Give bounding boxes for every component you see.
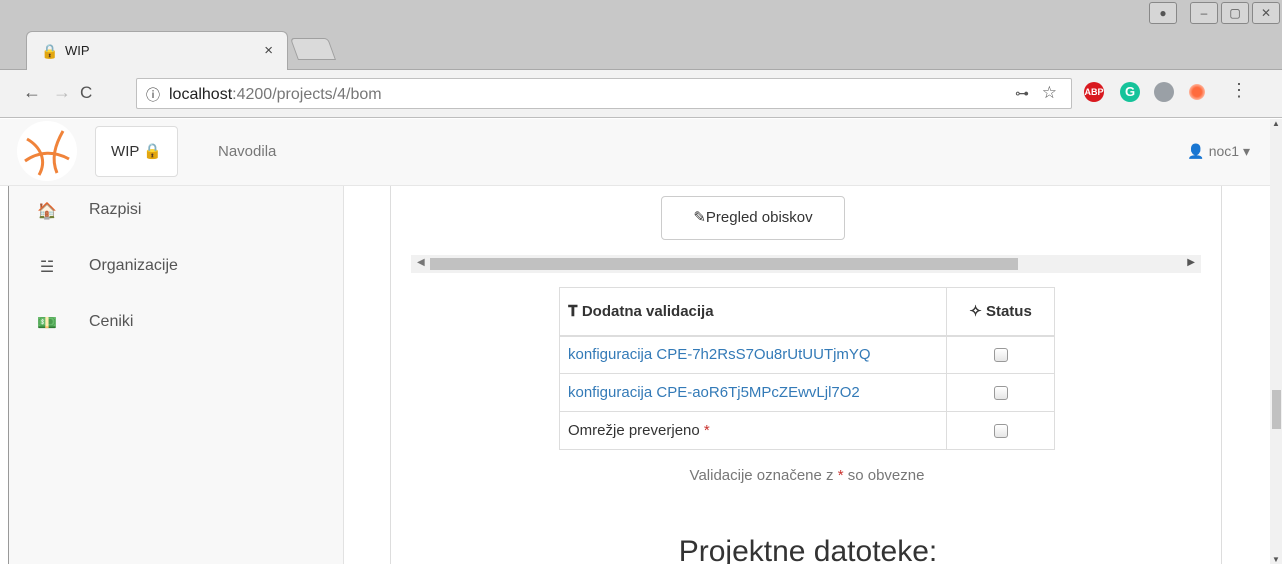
required-note: Validacije označene z * so obvezne	[559, 467, 1055, 484]
table-row: konfiguracija CPE-aoR6Tj5MPcZEwvLjl7O2	[559, 373, 1055, 412]
brand-label: WIP	[111, 143, 140, 160]
address-bar[interactable]: ⓘ localhost:4200/projects/4/bom ⊶ ☆	[136, 78, 1072, 109]
browser-tab[interactable]: 🔒 WIP ×	[26, 31, 288, 71]
visits-review-button[interactable]: ✎Pregled obiskov	[661, 196, 845, 240]
new-tab-button[interactable]	[289, 38, 337, 60]
validation-link[interactable]: konfiguracija CPE-aoR6Tj5MPcZEwvLjl7O2	[559, 373, 947, 412]
app-logo[interactable]	[17, 121, 77, 181]
column-header-label: Status	[985, 303, 1032, 321]
validation-text: Omrežje preverjeno	[568, 422, 700, 439]
horizontal-scrollbar[interactable]: ◀ ▶	[411, 255, 1201, 273]
table-row: konfiguracija CPE-7h2RsS7Ou8rUtUUTjmYQ	[559, 335, 1055, 374]
column-header-validation: 𝐓 Dodatna validacija	[559, 287, 947, 337]
validation-table: 𝐓 Dodatna validacija ✧ Status konfigurac…	[559, 287, 1055, 450]
extension-dot-icon[interactable]	[1189, 84, 1205, 100]
visits-review-label: Pregled obiskov	[705, 209, 813, 226]
tab-close-icon[interactable]: ×	[264, 42, 273, 59]
forward-button[interactable]: →	[53, 82, 71, 103]
info-icon[interactable]: ⓘ	[146, 85, 160, 105]
status-checkbox[interactable]	[993, 386, 1008, 401]
required-marker: *	[703, 422, 710, 439]
horizontal-scroll-thumb[interactable]	[430, 258, 1018, 270]
sidebar-item-label: Razpisi	[89, 201, 142, 218]
back-button[interactable]: ←	[23, 82, 41, 103]
edit-icon: ✎	[693, 209, 706, 226]
app-navbar: WIP 🔒 Navodila 👤 noc1 ▾	[0, 119, 1270, 186]
user-name: noc1	[1208, 143, 1240, 159]
user-icon: 👤	[1187, 143, 1205, 159]
lock-icon: 🔒	[143, 143, 162, 160]
grammarly-extension-icon[interactable]: G	[1120, 82, 1140, 102]
user-dropdown[interactable]: 👤 noc1 ▾	[1187, 143, 1250, 160]
sidebar-item-label: Organizacije	[89, 257, 178, 274]
text-icon: 𝐓	[568, 302, 578, 320]
sidebar-item-ceniki[interactable]: 💵 Ceniki	[9, 313, 339, 353]
status-checkbox[interactable]	[993, 348, 1008, 363]
home-icon: 🏠	[37, 203, 57, 220]
browser-menu-icon[interactable]: ⋮	[1230, 80, 1248, 101]
reload-button[interactable]: C	[80, 83, 92, 103]
sidebar-item-label: Ceniki	[89, 313, 134, 330]
scroll-up-icon[interactable]: ▲	[1272, 119, 1280, 128]
profile-button[interactable]: ●	[1149, 2, 1177, 24]
adblock-extension-icon[interactable]: ABP	[1084, 82, 1104, 102]
caret-down-icon: ▾	[1242, 143, 1250, 159]
window-controls: ● – ▢ ✕	[1149, 2, 1280, 24]
page-vertical-scrollbar[interactable]: ▲ ▼	[1270, 119, 1282, 564]
url-host: localhost	[169, 86, 233, 103]
note-text-after: so obvezne	[843, 467, 925, 484]
logo-icon	[24, 130, 70, 176]
tab-title: WIP	[65, 43, 90, 58]
url-path: :4200/projects/4/bom	[232, 86, 382, 103]
minimize-button[interactable]: –	[1190, 2, 1218, 24]
scroll-left-icon[interactable]: ◀	[417, 257, 425, 268]
browser-toolbar: ← → C ⓘ localhost:4200/projects/4/bom ⊶ …	[0, 70, 1282, 118]
column-header-label: Dodatna validacija	[581, 302, 714, 320]
close-window-button[interactable]: ✕	[1252, 2, 1280, 24]
url-text[interactable]: localhost:4200/projects/4/bom	[169, 86, 382, 104]
lock-icon: 🔒	[41, 43, 59, 59]
sidebar-item-razpisi[interactable]: 🏠 Razpisi	[9, 201, 339, 241]
status-cell	[946, 335, 1055, 374]
status-checkbox[interactable]	[993, 424, 1008, 439]
status-cell	[946, 411, 1055, 450]
maximize-button[interactable]: ▢	[1221, 2, 1249, 24]
sitemap-icon: ☱	[39, 259, 55, 276]
sidebar-item-organizacije[interactable]: ☱ Organizacije	[9, 257, 339, 297]
validation-link[interactable]: konfiguracija CPE-7h2RsS7Ou8rUtUUTjmYQ	[559, 335, 947, 374]
validation-label: Omrežje preverjeno *	[559, 411, 947, 450]
browser-tab-strip: 🔒 WIP × ● – ▢ ✕	[0, 0, 1282, 71]
sidebar: 🏠 Razpisi ☱ Organizacije 💵 Ceniki	[8, 186, 344, 564]
column-header-status: ✧ Status	[946, 287, 1055, 337]
section-title: Projektne datoteke:	[678, 535, 938, 564]
scroll-down-icon[interactable]: ▼	[1272, 555, 1280, 564]
scroll-right-icon[interactable]: ▶	[1187, 257, 1195, 268]
key-icon[interactable]: ⊶	[1015, 85, 1029, 102]
cubes-icon: ✧	[969, 303, 982, 321]
brand-button[interactable]: WIP 🔒	[95, 126, 178, 177]
table-header-row: 𝐓 Dodatna validacija ✧ Status	[559, 287, 1055, 337]
bookmark-star-icon[interactable]: ☆	[1042, 83, 1057, 103]
status-cell	[946, 373, 1055, 412]
money-icon: 💵	[37, 315, 57, 332]
table-row: Omrežje preverjeno *	[559, 411, 1055, 450]
nav-link-navodila[interactable]: Navodila	[218, 143, 276, 160]
vertical-scroll-thumb[interactable]	[1272, 390, 1281, 429]
ghostery-extension-icon[interactable]	[1154, 82, 1174, 102]
note-text-before: Validacije označene z	[689, 467, 838, 484]
